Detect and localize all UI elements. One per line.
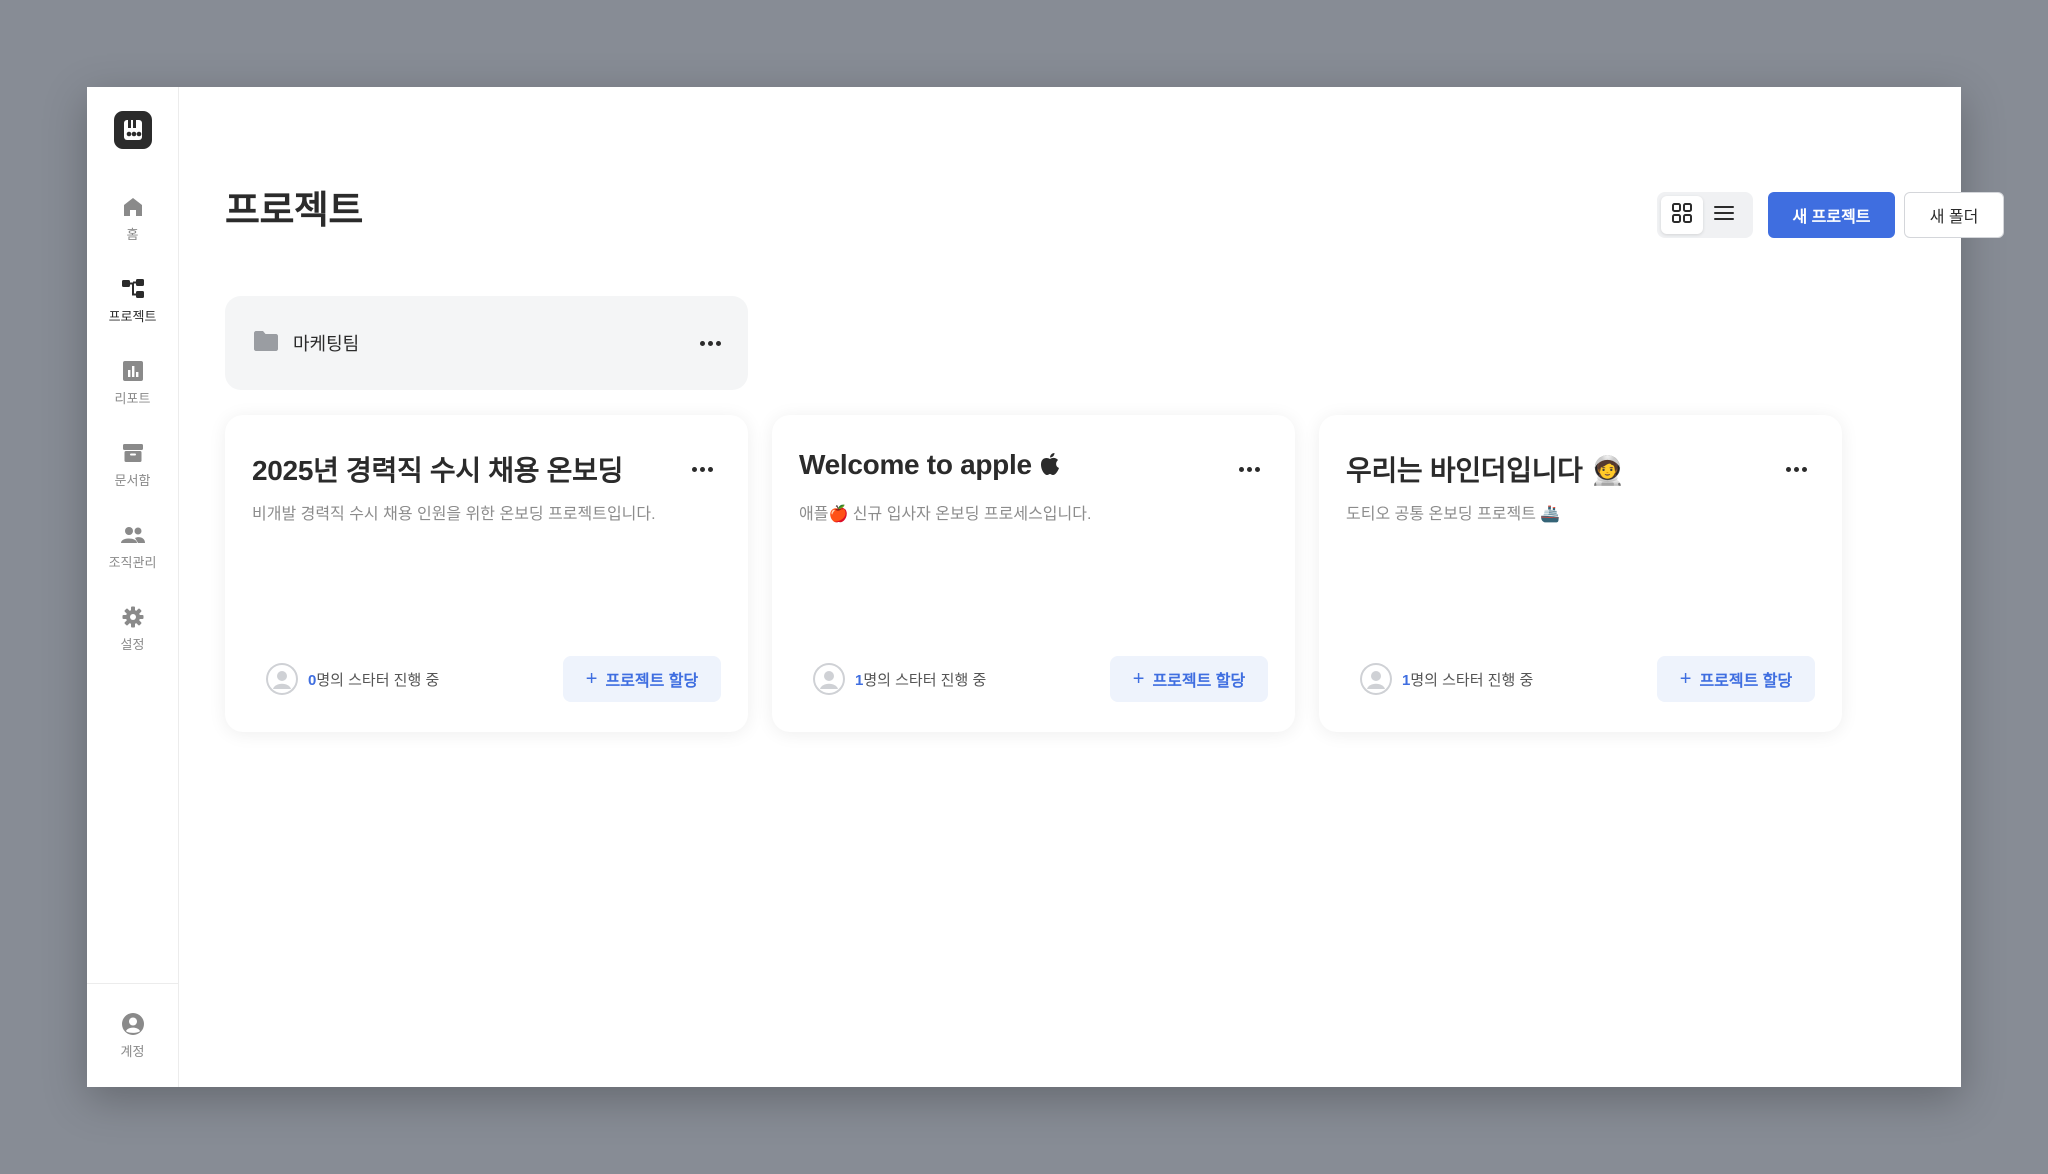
folder-name: 마케팅팀 bbox=[293, 334, 360, 354]
assign-label: 프로젝트 할당 bbox=[1152, 673, 1246, 690]
starter-status: 0명의 스타터 진행 중 bbox=[266, 663, 439, 695]
project-more-button[interactable] bbox=[688, 459, 716, 479]
sidebar-item-account[interactable]: 계정 bbox=[87, 995, 178, 1077]
more-dots-icon bbox=[691, 466, 713, 472]
list-icon bbox=[1713, 202, 1735, 229]
sidebar-item-report[interactable]: 리포트 bbox=[87, 341, 179, 423]
avatar-icon bbox=[813, 663, 845, 695]
project-tree-icon bbox=[120, 276, 146, 302]
project-title: Welcome to apple bbox=[799, 449, 1061, 483]
project-card[interactable]: 우리는 바인더입니다 🧑‍🚀 도티오 공통 온보딩 프로젝트 🚢 1명의 스타터… bbox=[1319, 415, 1842, 732]
plus-icon: + bbox=[585, 667, 598, 690]
more-dots-icon bbox=[699, 340, 721, 346]
gear-icon bbox=[120, 604, 146, 630]
starter-count-text: 0명의 스타터 진행 중 bbox=[308, 669, 439, 690]
starter-suffix: 명의 스타터 진행 중 bbox=[316, 671, 440, 689]
starter-suffix: 명의 스타터 진행 중 bbox=[863, 671, 987, 689]
sidebar-item-label: 프로젝트 bbox=[108, 308, 157, 324]
sidebar-item-label: 조직관리 bbox=[108, 554, 157, 570]
assign-label: 프로젝트 할당 bbox=[605, 673, 699, 690]
starter-count-text: 1명의 스타터 진행 중 bbox=[1402, 669, 1533, 690]
assign-label: 프로젝트 할당 bbox=[1699, 673, 1793, 690]
project-title: 2025년 경력직 수시 채용 온보딩 bbox=[252, 455, 624, 486]
page-title: 프로젝트 bbox=[225, 190, 363, 232]
sidebar-item-label: 문서함 bbox=[114, 472, 151, 488]
sidebar-footer: 계정 bbox=[87, 983, 178, 1087]
more-dots-icon bbox=[1238, 466, 1260, 472]
grid-icon bbox=[1671, 202, 1693, 229]
archive-box-icon bbox=[120, 440, 146, 466]
sidebar-item-archive[interactable]: 문서함 bbox=[87, 423, 179, 505]
sidebar-item-project[interactable]: 프로젝트 bbox=[87, 259, 179, 341]
project-title: 우리는 바인더입니다 🧑‍🚀 bbox=[1346, 455, 1625, 486]
plus-icon: + bbox=[1132, 667, 1145, 690]
project-description: 애플🍎 신규 입사자 온보딩 프로세스입니다. bbox=[799, 506, 1092, 523]
report-chart-icon bbox=[120, 358, 146, 384]
sidebar-item-label: 설정 bbox=[120, 636, 145, 652]
starter-suffix: 명의 스타터 진행 중 bbox=[1410, 671, 1534, 689]
starter-count-text: 1명의 스타터 진행 중 bbox=[855, 669, 986, 690]
sidebar-item-label: 홈 bbox=[126, 226, 139, 242]
main-content: 프로젝트 새 프로젝트 새 폴더 마케팅팀 2025년 경력직 수시 채용 온보… bbox=[179, 87, 2004, 1087]
app-window: 홈 프로젝트 리포트 문서함 조직관리 설정 계정 프로젝트 새 프로젝트 새 … bbox=[87, 87, 2004, 1087]
sidebar-nav: 홈 프로젝트 리포트 문서함 조직관리 설정 bbox=[87, 177, 179, 669]
list-view-button[interactable] bbox=[1703, 196, 1745, 234]
project-card[interactable]: Welcome to apple 애플🍎 신규 입사자 온보딩 프로세스입니다. bbox=[772, 415, 1295, 732]
project-description: 도티오 공통 온보딩 프로젝트 🚢 bbox=[1346, 506, 1561, 523]
account-icon bbox=[120, 1011, 146, 1037]
grid-view-button[interactable] bbox=[1661, 196, 1703, 234]
home-icon bbox=[120, 194, 146, 220]
new-project-button[interactable]: 새 프로젝트 bbox=[1768, 192, 1895, 238]
project-more-button[interactable] bbox=[1782, 459, 1810, 479]
project-more-button[interactable] bbox=[1235, 459, 1263, 479]
assign-project-button[interactable]: + 프로젝트 할당 bbox=[1657, 656, 1815, 702]
people-icon bbox=[120, 522, 146, 548]
app-logo[interactable] bbox=[113, 111, 152, 149]
assign-project-button[interactable]: + 프로젝트 할당 bbox=[563, 656, 721, 702]
more-dots-icon bbox=[1785, 466, 1807, 472]
project-title-text: Welcome to apple bbox=[799, 449, 1040, 480]
account-label: 계정 bbox=[120, 1044, 145, 1059]
sidebar: 홈 프로젝트 리포트 문서함 조직관리 설정 계정 bbox=[87, 87, 179, 1087]
folder-icon bbox=[253, 330, 279, 357]
starter-status: 1명의 스타터 진행 중 bbox=[1360, 663, 1533, 695]
folder-more-button[interactable] bbox=[696, 333, 724, 353]
project-card[interactable]: 2025년 경력직 수시 채용 온보딩 비개발 경력직 수시 채용 인원을 위한… bbox=[225, 415, 748, 732]
project-description: 비개발 경력직 수시 채용 인원을 위한 온보딩 프로젝트입니다. bbox=[252, 506, 656, 523]
sidebar-item-settings[interactable]: 설정 bbox=[87, 587, 179, 669]
sidebar-item-organization[interactable]: 조직관리 bbox=[87, 505, 179, 587]
sidebar-item-label: 리포트 bbox=[114, 390, 151, 406]
avatar-icon bbox=[1360, 663, 1392, 695]
folder-card[interactable]: 마케팅팀 bbox=[225, 296, 748, 390]
sidebar-item-home[interactable]: 홈 bbox=[87, 177, 179, 259]
new-folder-button[interactable]: 새 폴더 bbox=[1904, 192, 2004, 238]
plus-icon: + bbox=[1679, 667, 1692, 690]
avatar-icon bbox=[266, 663, 298, 695]
apple-logo-icon bbox=[1039, 451, 1061, 483]
assign-project-button[interactable]: + 프로젝트 할당 bbox=[1110, 656, 1268, 702]
view-mode-toggle bbox=[1657, 192, 1753, 238]
starter-status: 1명의 스타터 진행 중 bbox=[813, 663, 986, 695]
